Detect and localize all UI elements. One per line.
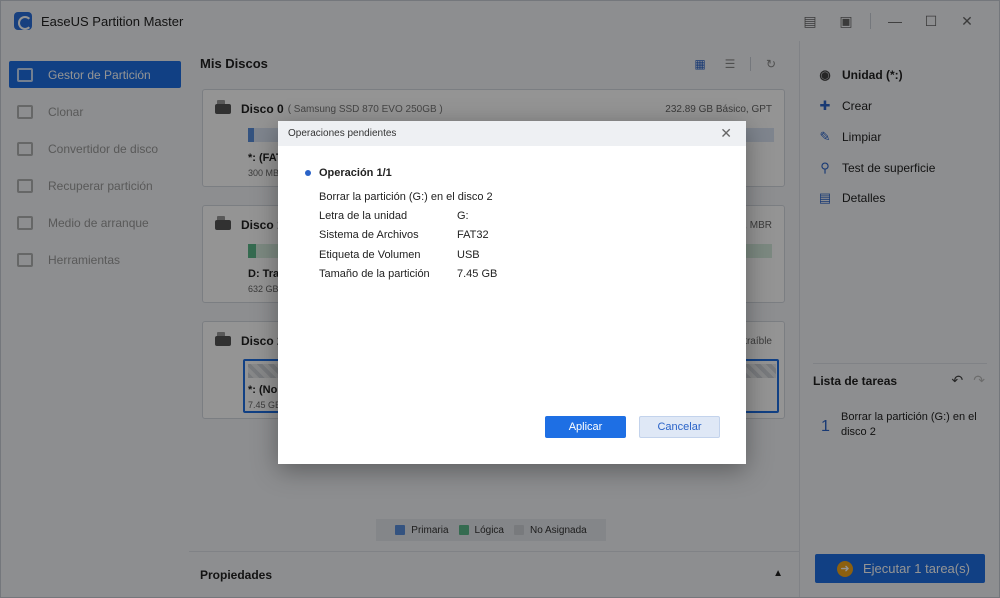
operation-row: Sistema de Archivos FAT32 <box>319 229 489 241</box>
operation-key: Letra de la unidad <box>319 210 408 222</box>
operation-row: Letra de la unidad G: <box>319 210 469 222</box>
operation-description: Borrar la partición (G:) en el disco 2 <box>319 191 493 203</box>
dialog-title: Operaciones pendientes <box>288 128 397 139</box>
cancel-button[interactable]: Cancelar <box>639 416 720 438</box>
operation-value: 7.45 GB <box>457 268 498 280</box>
operation-key: Tamaño de la partición <box>319 268 430 280</box>
close-icon[interactable]: ✕ <box>720 125 732 142</box>
operation-value: G: <box>457 210 469 222</box>
operation-key: Sistema de Archivos <box>319 229 419 241</box>
dialog-header: Operaciones pendientes ✕ <box>278 121 746 146</box>
bullet-icon <box>305 170 311 176</box>
operation-key: Etiqueta de Volumen <box>319 249 421 261</box>
operation-label: Operación 1/1 <box>319 167 392 179</box>
operation-row: Tamaño de la partición 7.45 GB <box>319 268 497 280</box>
apply-button[interactable]: Aplicar <box>545 416 626 438</box>
pending-operations-dialog: Operaciones pendientes ✕ Operación 1/1 B… <box>278 121 746 464</box>
operation-row: Etiqueta de Volumen USB <box>319 249 480 261</box>
operation-value: USB <box>457 249 480 261</box>
operation-title: Operación 1/1 <box>305 167 392 179</box>
operation-value: FAT32 <box>457 229 489 241</box>
